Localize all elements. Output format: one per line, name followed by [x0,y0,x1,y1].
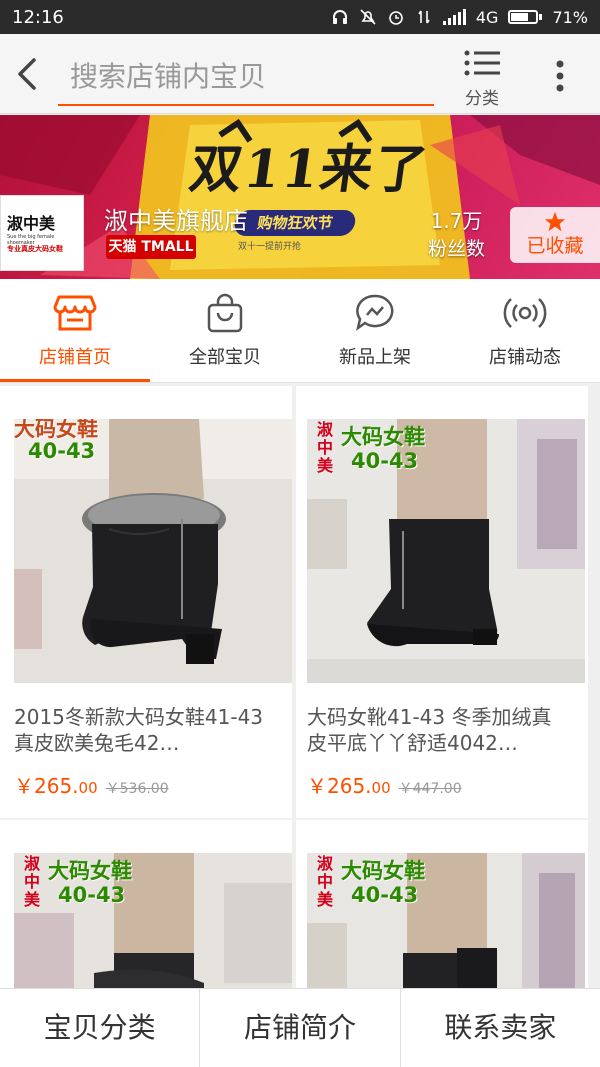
bag-icon [207,293,243,333]
product-card[interactable]: 淑中美 大码女鞋 40-43 [296,820,588,988]
tab-label: 新品上架 [339,347,411,368]
fans-number: 1.7万 [430,209,483,233]
boot-image [307,419,585,683]
product-price: ￥265.00 ￥447.00 [307,770,462,799]
category-button[interactable]: 分类 [452,48,512,109]
mute-bell-icon [360,9,376,25]
shop-icon [53,295,97,331]
contact-seller-button[interactable]: 联系卖家 [401,989,600,1067]
category-label: 分类 [465,89,499,109]
alarm-icon [389,11,403,25]
more-options-button[interactable] [540,54,580,98]
tab-label: 店铺动态 [489,347,561,368]
status-bar: 12:16 4G 71% [0,0,600,34]
battery-level: 71% [552,7,588,27]
headphones-icon [332,10,347,24]
product-title: 2015冬新款大码女鞋41-43真皮欧美兔毛42… [14,705,264,755]
star-icon [544,211,566,232]
original-price: ￥536.00 [105,781,169,797]
banner-headline: 双11来了 [185,139,433,200]
search-box[interactable] [58,48,434,106]
data-arrows-icon [418,10,430,24]
new-arrivals-icon [356,294,394,331]
tag-line-1: 大码女鞋 [341,859,425,883]
shop-logo-text: 淑中美 [7,214,56,233]
status-icons: 4G 71% [331,8,588,27]
favorite-label: 已收藏 [526,235,584,257]
shop-intro-button[interactable]: 店铺简介 [200,989,401,1067]
tag-line-1: 大码女鞋 [48,859,132,883]
fans-label: 粉丝数 [428,238,486,260]
price-decimal: 00 [371,779,391,797]
tag-line-1: 大码女鞋 [341,425,425,449]
tag-line-2: 40-43 [351,449,419,473]
brand-side-label: 淑中美 [24,854,41,909]
product-grid: 大码女鞋 40-43 2015冬新款大码女鞋41-43真皮欧美兔毛42… ￥26… [0,384,600,988]
brand-side-label: 淑中美 [317,854,334,909]
product-card[interactable]: 淑中美 大码女鞋 40-43 大码女靴41-43 冬季加绒真皮平底丫丫舒适404… [296,386,588,818]
price-decimal: 00 [78,779,98,797]
price-integer: ￥265. [307,774,372,798]
product-card[interactable]: 淑中美 大码女鞋 40-43 [0,820,292,988]
back-arrow-icon [18,58,36,90]
brand-side-label: 淑中美 [317,420,334,475]
network-type: 4G [475,7,499,27]
original-price: ￥447.00 [398,781,462,797]
broadcast-icon [503,298,547,328]
tmall-badge: 天猫 TMALL [106,235,196,259]
status-time: 12:16 [12,6,64,28]
festival-badge: 购物狂欢节 [232,210,358,236]
more-vertical-icon [556,60,564,92]
item-categories-button[interactable]: 宝贝分类 [0,989,201,1067]
shop-banner: 双11来了 购物狂欢节 双十一提前开抢 淑中美 Sue the big fema… [0,115,600,279]
shop-logo: 淑中美 Sue the big female shoemaker 专业真皮大码女… [0,195,84,271]
tag-line-2: 40-43 [351,883,419,907]
tab-label: 全部宝贝 [189,347,261,368]
header: 分类 [0,34,600,114]
search-input[interactable] [58,48,434,104]
back-button[interactable] [8,52,48,96]
price-integer: ￥265. [14,774,79,798]
tab-all-items[interactable]: 全部宝贝 [150,279,300,382]
product-title: 大码女靴41-43 冬季加绒真皮平底丫丫舒适4042… [307,705,552,755]
tag-line-2: 40-43 [28,439,96,463]
tag-line-2: 40-43 [58,883,126,907]
product-image: 大码女鞋 40-43 [14,419,292,683]
shop-name: 淑中美旗舰店 [104,207,248,235]
festival-date: 双十一提前开抢 [238,242,302,252]
favorite-button[interactable]: 已收藏 [510,207,600,263]
signal-icon [442,9,466,25]
battery-icon [508,10,543,24]
product-price: ￥265.00 ￥536.00 [14,770,169,799]
tab-label: 店铺首页 [39,347,111,368]
product-card[interactable]: 大码女鞋 40-43 2015冬新款大码女鞋41-43真皮欧美兔毛42… ￥26… [0,386,292,818]
list-icon [464,50,500,76]
shop-tabs: 店铺首页 全部宝贝 新品上架 店铺动态 [0,279,600,383]
shop-logo-tagline: 专业真皮大码女鞋 [7,245,63,253]
product-image: 淑中美 大码女鞋 40-43 [14,853,292,988]
tab-new-arrivals[interactable]: 新品上架 [300,279,450,382]
tab-shop-updates[interactable]: 店铺动态 [450,279,600,382]
fans-count: 1.7万 粉丝数 [428,205,485,261]
product-image: 淑中美 大码女鞋 40-43 [307,419,585,683]
bottom-action-bar: 宝贝分类 店铺简介 联系卖家 [0,988,600,1067]
tab-shop-home[interactable]: 店铺首页 [0,279,150,382]
product-image: 淑中美 大码女鞋 40-43 [307,853,585,988]
